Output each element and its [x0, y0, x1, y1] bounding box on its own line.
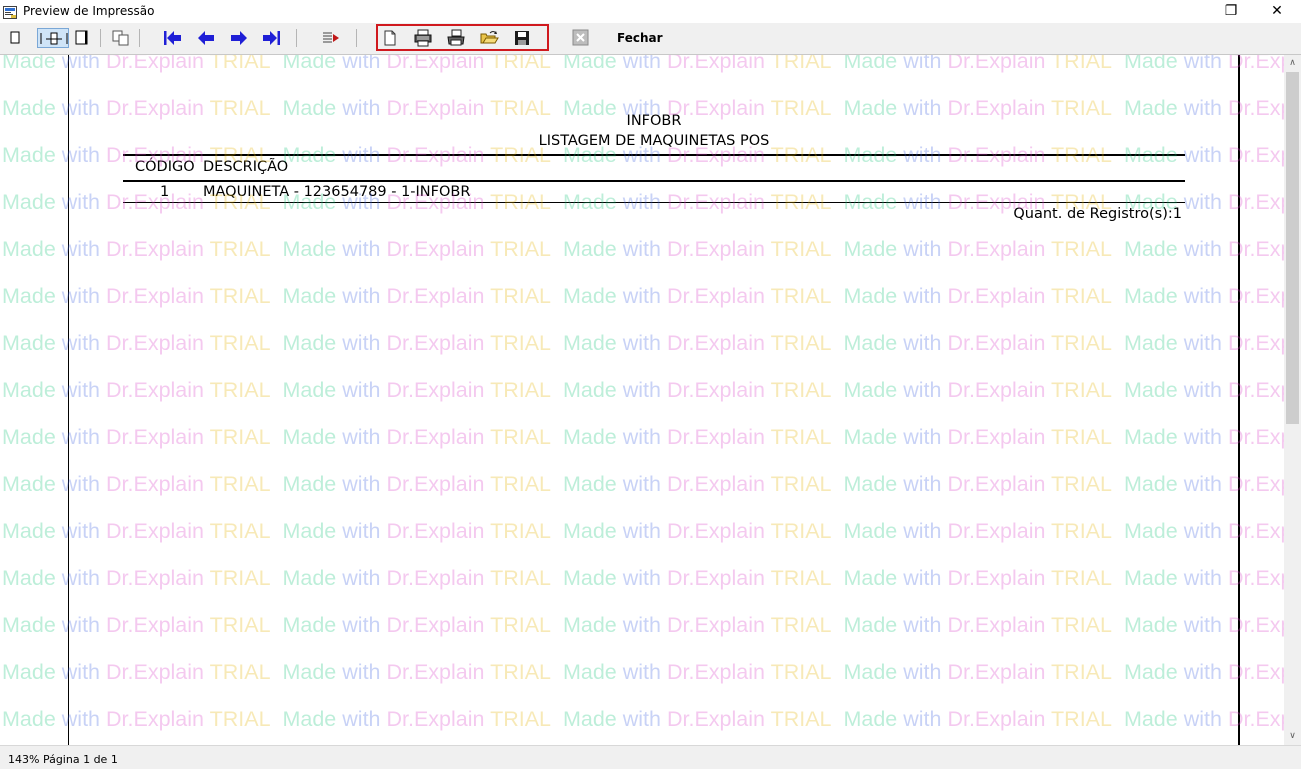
print-icon[interactable] [445, 28, 467, 48]
column-header-descricao: DESCRIÇÃO [203, 159, 289, 175]
status-bar: 143% Página 1 de 1 [0, 745, 1301, 769]
page-width-icon[interactable] [37, 28, 69, 48]
zoom-page-status: 143% Página 1 de 1 [8, 753, 118, 766]
scroll-down-icon[interactable]: ∨ [1284, 728, 1301, 745]
printer-setup-icon[interactable] [412, 28, 434, 48]
row-descricao: MAQUINETA - 123654789 - 1-INFOBR [203, 184, 471, 200]
save-disk-icon[interactable] [511, 28, 533, 48]
row-codigo: 1 [160, 184, 170, 200]
report-company: INFOBR [626, 113, 682, 129]
close-window-button[interactable]: ✕ [1254, 0, 1300, 23]
title-bar: Preview de Impressão ❐ ✕ [0, 0, 1301, 23]
open-folder-icon[interactable] [478, 28, 500, 48]
page-icon[interactable] [4, 28, 26, 48]
app-icon [3, 4, 17, 19]
arrow-right-icon[interactable] [228, 28, 250, 48]
close-x-icon[interactable] [570, 28, 592, 48]
multi-page-icon[interactable] [110, 28, 132, 48]
toolbar-separator [100, 29, 101, 47]
arrow-last-icon[interactable] [261, 28, 283, 48]
toolbar-separator [356, 29, 357, 47]
arrow-left-icon[interactable] [195, 28, 217, 48]
full-page-icon[interactable] [71, 28, 93, 48]
header-rule-top [123, 154, 1185, 156]
goto-page-icon[interactable] [320, 28, 342, 48]
arrow-first-icon[interactable] [161, 28, 183, 48]
vertical-scrollbar[interactable]: ∧ ∨ [1284, 55, 1301, 745]
toolbar-separator [139, 29, 140, 47]
page-setup-icon[interactable] [379, 28, 401, 48]
report-title: LISTAGEM DE MAQUINETAS POS [538, 133, 770, 149]
report-page: INFOBR LISTAGEM DE MAQUINETAS POS CÓDIGO… [68, 55, 1240, 745]
window-title: Preview de Impressão [23, 4, 155, 18]
rows-rule-bottom [123, 202, 1185, 203]
close-preview-button[interactable]: Fechar [617, 31, 663, 45]
restore-button[interactable]: ❐ [1208, 0, 1254, 23]
toolbar: Fechar [0, 23, 1301, 55]
preview-area: INFOBR LISTAGEM DE MAQUINETAS POS CÓDIGO… [0, 55, 1284, 745]
record-count: Quant. de Registro(s):1 [1013, 206, 1182, 222]
header-rule-bottom [123, 180, 1185, 182]
scroll-up-icon[interactable]: ∧ [1284, 55, 1301, 72]
toolbar-separator [296, 29, 297, 47]
scroll-thumb[interactable] [1286, 72, 1299, 424]
column-header-codigo: CÓDIGO [135, 159, 195, 175]
